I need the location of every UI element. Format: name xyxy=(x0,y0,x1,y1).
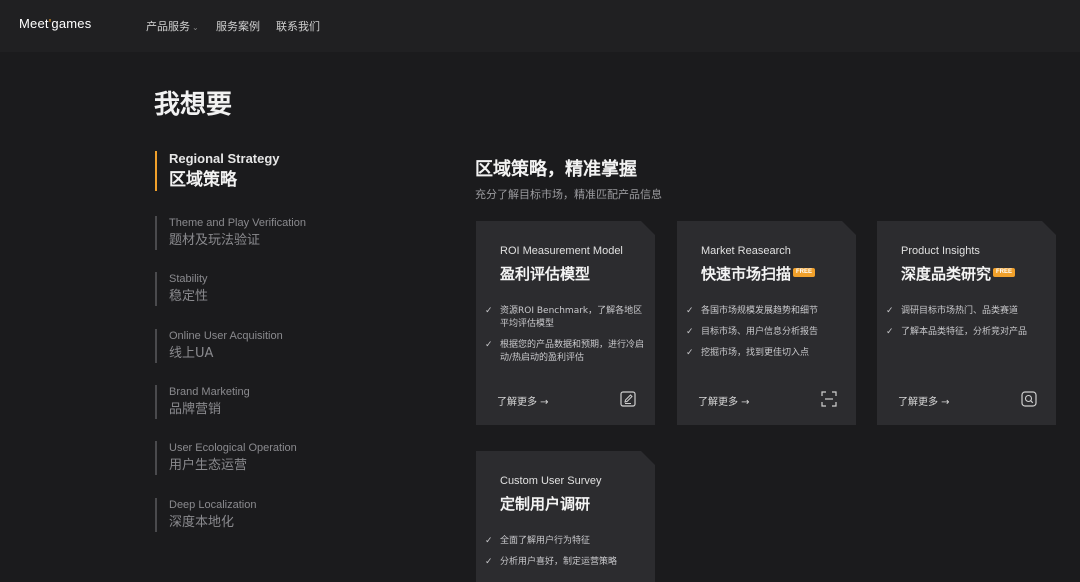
feature-item: ✓ 挖掘市场，找到更佳切入点 xyxy=(686,347,846,360)
card-zh-title-text: 深度品类研究 xyxy=(901,265,992,283)
card-zh-title-text: 盈利评估模型 xyxy=(500,265,591,283)
feature-item: ✓ 目标市场、用户信息分析报告 xyxy=(686,326,846,339)
scan-icon[interactable] xyxy=(820,390,838,408)
check-icon: ✓ xyxy=(485,557,493,567)
sidebar-item-zh: 品牌营销 xyxy=(169,402,222,417)
check-icon: ✓ xyxy=(485,306,493,316)
feature-list: ✓ 调研目标市场热门、品类赛道 ✓ 了解本品类特征，分析竞对产品 xyxy=(886,305,1046,347)
sidebar-item-online-ua[interactable]: Online User Acquisition 线上UA xyxy=(155,329,405,363)
nav-products[interactable]: 产品服务 ⌄ xyxy=(146,18,199,34)
check-icon: ✓ xyxy=(686,327,694,337)
sidebar-item-en: Regional Strategy xyxy=(169,151,280,166)
search-icon[interactable] xyxy=(1020,390,1038,408)
card-zh-title-text: 定制用户调研 xyxy=(500,495,591,513)
sidebar-item-en: User Ecological Operation xyxy=(169,442,297,454)
free-badge: FREE xyxy=(993,268,1015,277)
check-icon: ✓ xyxy=(686,306,694,316)
nav-cases[interactable]: 服务案例 xyxy=(216,18,260,34)
card-zh-title: 盈利评估模型 xyxy=(500,263,590,284)
nav-cases-label: 服务案例 xyxy=(216,20,260,33)
learn-more-link[interactable]: 了解更多 → xyxy=(898,393,950,408)
free-badge: FREE xyxy=(793,268,815,277)
feature-text: 目标市场、用户信息分析报告 xyxy=(701,327,819,337)
feature-text: 各国市场规模发展趋势和细节 xyxy=(701,306,819,316)
feature-list: ✓ 全面了解用户行为特征 ✓ 分析用户喜好，制定运营策略 xyxy=(485,535,645,577)
logo-text-rest: games xyxy=(51,16,92,31)
feature-text: 分析用户喜好，制定运营策略 xyxy=(500,557,618,567)
feature-text: 调研目标市场热门、品类赛道 xyxy=(901,306,1019,316)
chevron-down-icon: ⌄ xyxy=(192,23,199,32)
feature-item: ✓ 全面了解用户行为特征 xyxy=(485,535,645,548)
top-navigation-bar: Meet'games 产品服务 ⌄ 服务案例 联系我们 xyxy=(0,0,1080,52)
sidebar-item-en: Deep Localization xyxy=(169,499,257,511)
sidebar-item-stability[interactable]: Stability 稳定性 xyxy=(155,272,405,306)
sidebar-item-en: Online User Acquisition xyxy=(169,330,283,342)
page-title: 我想要 xyxy=(154,90,233,120)
feature-text: 了解本品类特征，分析竞对产品 xyxy=(901,327,1028,337)
check-icon: ✓ xyxy=(485,340,493,350)
sidebar-item-en: Theme and Play Verification xyxy=(169,217,306,229)
feature-list: ✓ 各国市场规模发展趋势和细节 ✓ 目标市场、用户信息分析报告 ✓ 挖掘市场，找到更佳… xyxy=(686,305,846,368)
card-en-title: Custom User Survey xyxy=(500,475,602,487)
sidebar-item-theme-verification[interactable]: Theme and Play Verification 题材及玩法验证 xyxy=(155,216,405,250)
sidebar-item-en: Stability xyxy=(169,273,208,285)
sidebar-item-en: Brand Marketing xyxy=(169,386,250,398)
sidebar-item-deep-localization[interactable]: Deep Localization 深度本地化 xyxy=(155,498,405,532)
card-market-research[interactable]: Market Reasearch 快速市场扫描 FREE ✓ 各国市场规模发展趋势和… xyxy=(677,221,856,425)
logo-text: Meet xyxy=(19,16,49,31)
nav-contact[interactable]: 联系我们 xyxy=(276,18,320,34)
feature-item: ✓ 资源ROI Benchmark，了解各地区平均评估模型 xyxy=(485,305,645,331)
card-en-title: Product Insights xyxy=(901,245,980,257)
card-zh-title: 快速市场扫描 FREE xyxy=(701,263,815,284)
card-product-insights[interactable]: Product Insights 深度品类研究 FREE ✓ 调研目标市场热门、品类… xyxy=(877,221,1056,425)
check-icon: ✓ xyxy=(686,348,694,358)
section-title: 区域策略，精准掌握 xyxy=(475,159,637,180)
sidebar-item-zh: 稳定性 xyxy=(169,289,209,304)
card-zh-title-text: 快速市场扫描 xyxy=(701,265,792,283)
nav-products-label: 产品服务 xyxy=(146,20,190,33)
meetgames-logo[interactable]: Meet'games xyxy=(19,16,91,31)
sidebar-item-zh: 深度本地化 xyxy=(169,515,235,530)
learn-more-link[interactable]: 了解更多 → xyxy=(698,393,750,408)
sidebar-item-zh: 题材及玩法验证 xyxy=(169,233,261,248)
sidebar-item-zh: 用户生态运营 xyxy=(169,458,248,473)
sidebar-item-brand-marketing[interactable]: Brand Marketing 品牌营销 xyxy=(155,385,405,419)
feature-item: ✓ 分析用户喜好，制定运营策略 xyxy=(485,556,645,569)
sidebar-item-zh: 线上UA xyxy=(169,346,214,361)
learn-more-link[interactable]: 了解更多 → xyxy=(497,393,549,408)
card-roi-model[interactable]: ROI Measurement Model 盈利评估模型 ✓ 资源ROI Benc… xyxy=(476,221,655,425)
feature-item: ✓ 了解本品类特征，分析竞对产品 xyxy=(886,326,1046,339)
sidebar-item-zh: 区域策略 xyxy=(169,170,237,190)
card-custom-user-survey[interactable]: Custom User Survey 定制用户调研 ✓ 全面了解用户行为特征 ✓ 分… xyxy=(476,451,655,582)
edit-icon[interactable] xyxy=(619,390,637,408)
check-icon: ✓ xyxy=(886,306,894,316)
check-icon: ✓ xyxy=(485,536,493,546)
feature-text: 挖掘市场，找到更佳切入点 xyxy=(701,348,810,358)
feature-list: ✓ 资源ROI Benchmark，了解各地区平均评估模型 ✓ 根据您的产品数据和预… xyxy=(485,305,645,373)
card-en-title: Market Reasearch xyxy=(701,245,791,257)
card-zh-title: 深度品类研究 FREE xyxy=(901,263,1015,284)
nav-contact-label: 联系我们 xyxy=(276,20,320,33)
feature-text: 资源ROI Benchmark，了解各地区平均评估模型 xyxy=(500,306,643,329)
section-subtitle: 充分了解目标市场，精准匹配产品信息 xyxy=(475,188,662,201)
check-icon: ✓ xyxy=(886,327,894,337)
card-en-title: ROI Measurement Model xyxy=(500,245,623,257)
feature-text: 全面了解用户行为特征 xyxy=(500,536,591,546)
feature-text: 根据您的产品数据和预期，进行冷启动/热启动的盈利评估 xyxy=(500,340,645,363)
feature-item: ✓ 调研目标市场热门、品类赛道 xyxy=(886,305,1046,318)
feature-item: ✓ 各国市场规模发展趋势和细节 xyxy=(686,305,846,318)
sidebar-item-user-ecological[interactable]: User Ecological Operation 用户生态运营 xyxy=(155,441,405,475)
card-zh-title: 定制用户调研 xyxy=(500,493,590,514)
feature-item: ✓ 根据您的产品数据和预期，进行冷启动/热启动的盈利评估 xyxy=(485,339,645,365)
sidebar-item-regional-strategy[interactable]: Regional Strategy 区域策略 xyxy=(155,151,405,191)
